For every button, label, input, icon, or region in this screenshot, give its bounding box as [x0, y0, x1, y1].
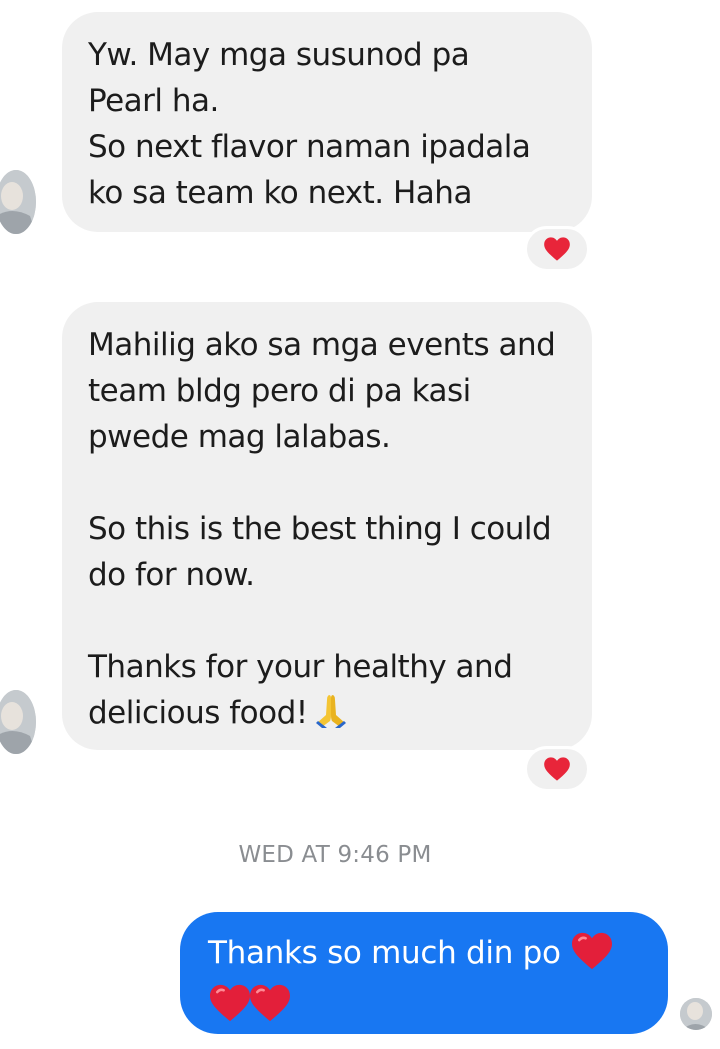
message-text: Thanks so much din po [208, 935, 561, 971]
message-paragraph: So this is the best thing I could do for… [88, 511, 552, 593]
outgoing-message-bubble[interactable]: Thanks so much din po [180, 912, 668, 1034]
seen-avatar [680, 998, 712, 1030]
message-timestamp: WED AT 9:46 PM [238, 842, 432, 868]
sender-avatar[interactable] [0, 170, 36, 234]
sender-avatar[interactable] [0, 690, 36, 754]
message-line: Thanks so much din po [208, 930, 644, 984]
red-heart-icon [544, 237, 570, 261]
heart-reaction[interactable] [524, 746, 590, 792]
red-heart-icon [544, 757, 570, 781]
red-heart-icon [208, 983, 252, 1036]
red-heart-icon [248, 983, 292, 1036]
message-text: Yw. May mga susunod pa Pearl ha. So next… [88, 37, 531, 211]
incoming-message-bubble[interactable]: Mahilig ako sa mga events and team bldg … [62, 302, 592, 750]
folded-hands-icon [314, 693, 348, 742]
heart-reaction[interactable] [524, 226, 590, 272]
message-line [208, 982, 644, 1036]
message-paragraph: Mahilig ako sa mga events and team bldg … [88, 327, 556, 455]
message-paragraph: Thanks for your healthy and delicious fo… [88, 644, 566, 742]
incoming-message-bubble[interactable]: Yw. May mga susunod pa Pearl ha. So next… [62, 12, 592, 232]
red-heart-icon [570, 931, 614, 984]
